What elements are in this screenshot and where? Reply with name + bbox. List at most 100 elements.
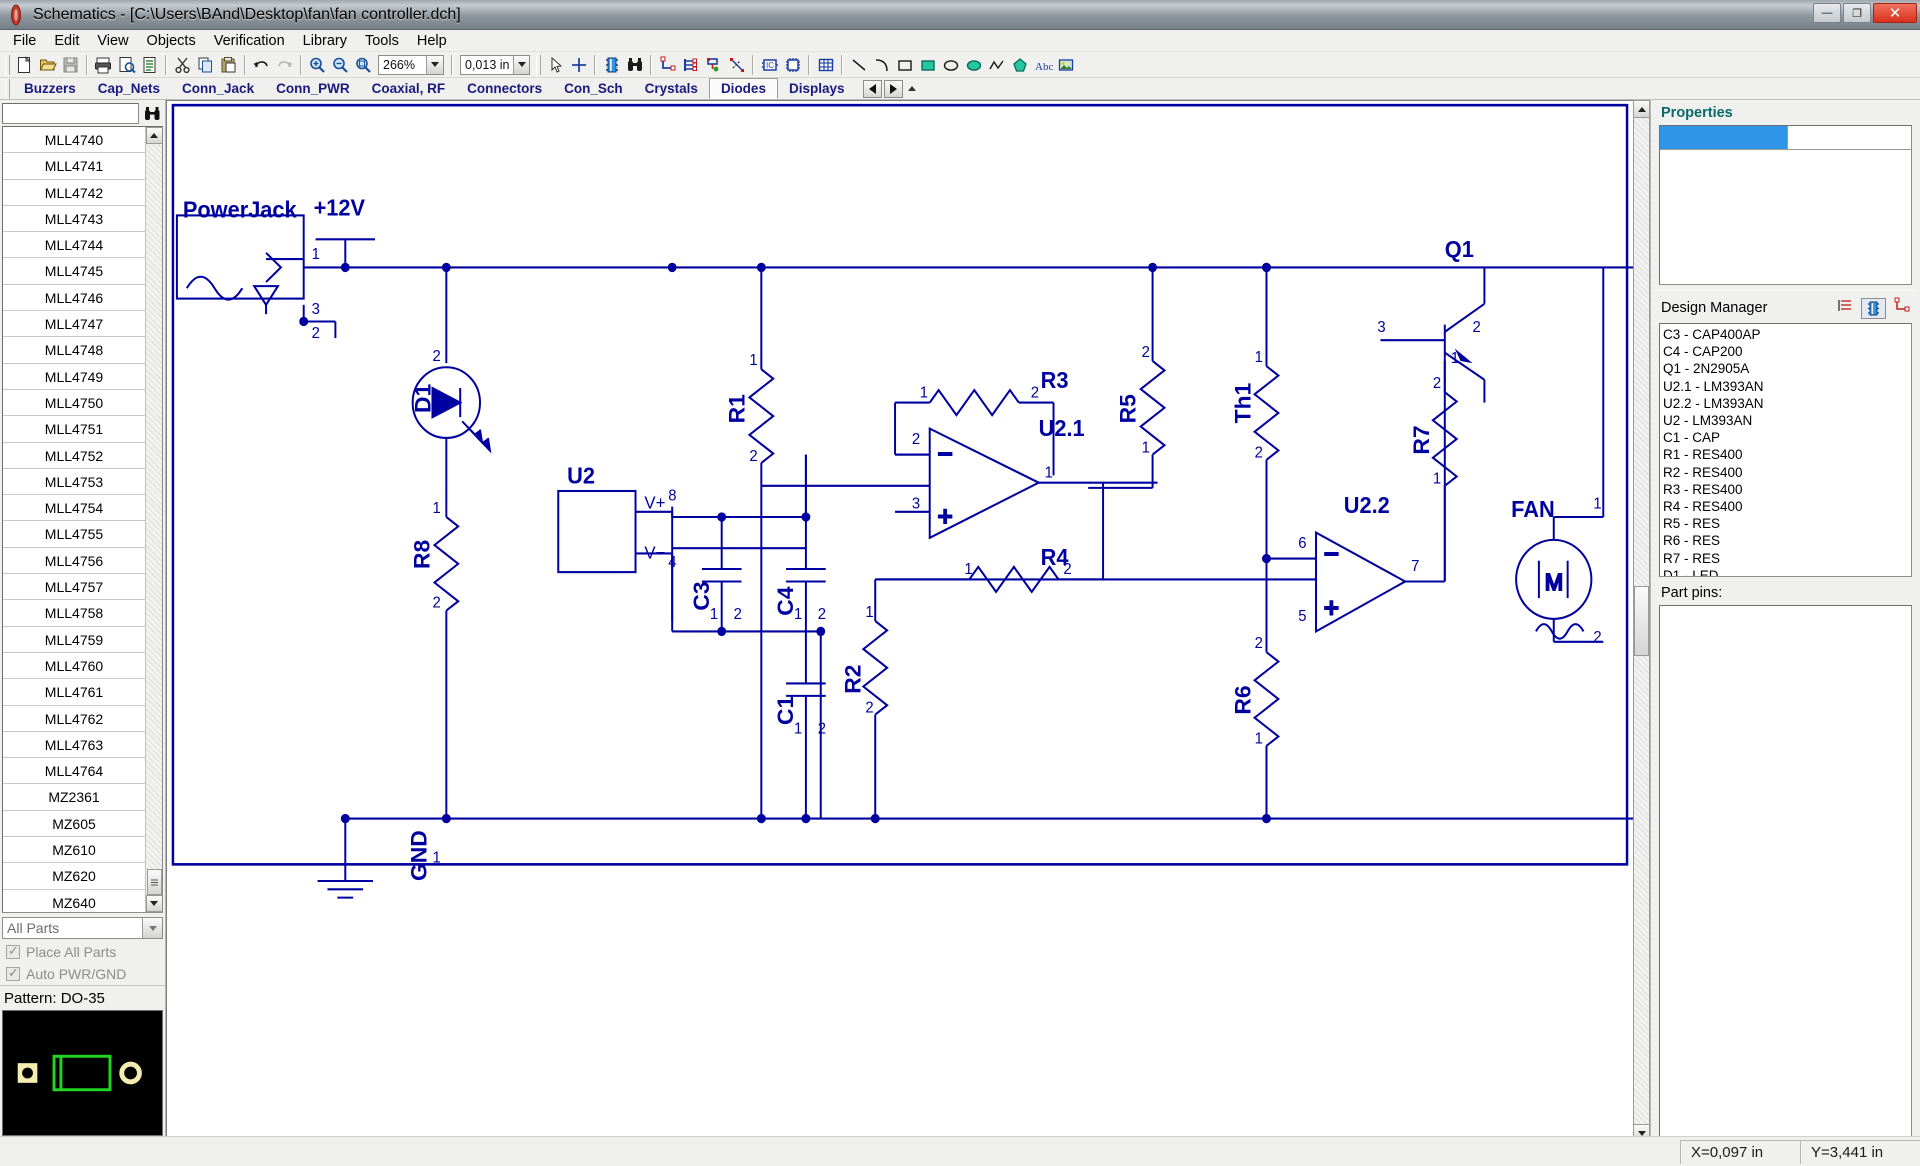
list-item[interactable]: D1 - LED — [1663, 567, 1911, 576]
properties-value-column[interactable] — [1788, 126, 1911, 150]
component-list-icon[interactable] — [1861, 297, 1886, 319]
pattern-preview[interactable] — [2, 1010, 163, 1136]
library-tab-coaxial-rf[interactable]: Coaxial, RF — [361, 79, 457, 98]
toolbar-grip[interactable] — [536, 54, 541, 75]
undo-icon[interactable] — [250, 54, 273, 76]
scroll-down-button[interactable] — [145, 895, 162, 912]
menu-item-file[interactable]: File — [4, 31, 45, 51]
list-item[interactable]: MLL4748 — [3, 337, 145, 364]
list-item[interactable]: MLL4754 — [3, 495, 145, 522]
list-item[interactable]: MLL4744 — [3, 232, 145, 259]
select-tool-icon[interactable] — [544, 54, 567, 76]
list-item[interactable]: MLL4749 — [3, 364, 145, 390]
library-tab-cap-nets[interactable]: Cap_Nets — [87, 79, 171, 98]
list-item[interactable]: R7 - RES — [1663, 550, 1911, 567]
chevron-down-icon[interactable] — [142, 918, 162, 938]
library-tab-buzzers[interactable]: Buzzers — [13, 79, 87, 98]
minimize-button[interactable]: — — [1813, 3, 1841, 23]
auto-pwr-gnd-checkbox[interactable] — [6, 965, 20, 981]
rect-tool-icon[interactable] — [893, 54, 916, 76]
list-item[interactable]: MLL4756 — [3, 548, 145, 575]
list-item[interactable]: R1 - RES400 — [1663, 446, 1911, 463]
filled-ellipse-tool-icon[interactable] — [962, 54, 985, 76]
library-tab-prev-button[interactable] — [863, 79, 883, 98]
list-item[interactable]: U2 - LM393AN — [1663, 412, 1911, 429]
library-tab-more-button[interactable] — [905, 80, 918, 98]
zoom-out-icon[interactable] — [329, 54, 352, 76]
list-item[interactable]: C3 - CAP400AP — [1663, 326, 1911, 343]
place-all-parts-checkbox[interactable] — [6, 943, 20, 959]
list-item[interactable]: MLL4760 — [3, 653, 145, 680]
list-item[interactable]: R4 - RES400 — [1663, 498, 1911, 515]
grid-size-combo[interactable]: 0,013 in — [460, 54, 530, 75]
net-list-icon[interactable] — [1837, 297, 1854, 319]
list-item[interactable]: MLL4755 — [3, 521, 145, 548]
cut-icon[interactable] — [171, 54, 194, 76]
list-item[interactable]: MLL4745 — [3, 258, 145, 285]
scroll-up-button[interactable] — [1634, 101, 1649, 118]
list-item[interactable]: MLL4742 — [3, 180, 145, 206]
menu-item-library[interactable]: Library — [294, 31, 356, 51]
library-tab-crystals[interactable]: Crystals — [634, 79, 709, 98]
menu-item-help[interactable]: Help — [408, 31, 456, 51]
arc-tool-icon[interactable] — [870, 54, 893, 76]
list-item[interactable]: U2.2 - LM393AN — [1663, 395, 1911, 412]
list-item[interactable]: R5 - RES — [1663, 515, 1911, 532]
zoom-window-icon[interactable] — [352, 54, 375, 76]
print-icon[interactable] — [92, 54, 115, 76]
place-net-icon[interactable] — [725, 54, 748, 76]
list-item[interactable]: MLL4751 — [3, 416, 145, 443]
list-item[interactable]: MLL4764 — [3, 758, 145, 785]
list-item[interactable]: MLL4763 — [3, 732, 145, 759]
scroll-thumb[interactable] — [1634, 586, 1649, 656]
binoculars-icon[interactable] — [142, 104, 162, 124]
library-tab-conn-pwr[interactable]: Conn_PWR — [265, 79, 361, 98]
list-item[interactable]: Q1 - 2N2905A — [1663, 360, 1911, 377]
list-item[interactable]: MLL4753 — [3, 469, 145, 496]
menu-item-verification[interactable]: Verification — [205, 31, 294, 51]
list-item[interactable]: MLL4747 — [3, 311, 145, 338]
part-search-input[interactable] — [2, 103, 139, 124]
component-browser-icon[interactable] — [600, 54, 623, 76]
canvas-vertical-scrollbar[interactable] — [1633, 100, 1650, 1142]
connection-icon[interactable] — [1893, 297, 1910, 319]
place-table-icon[interactable] — [814, 54, 837, 76]
list-item[interactable]: MLL4740 — [3, 127, 145, 154]
properties-name-column[interactable] — [1660, 126, 1788, 150]
close-button[interactable]: ✕ — [1873, 3, 1917, 23]
scroll-up-button[interactable] — [145, 127, 162, 144]
image-tool-icon[interactable] — [1054, 54, 1077, 76]
library-tab-con-sch[interactable]: Con_Sch — [553, 79, 634, 98]
list-item[interactable]: C4 - CAP200 — [1663, 343, 1911, 360]
list-item[interactable]: MZ640 — [3, 890, 145, 912]
zoom-in-icon[interactable] — [306, 54, 329, 76]
paste-icon[interactable] — [217, 54, 240, 76]
place-wire-icon[interactable] — [656, 54, 679, 76]
scroll-track[interactable] — [145, 144, 162, 869]
maximize-button[interactable]: ❐ — [1843, 3, 1871, 23]
new-file-icon[interactable] — [13, 54, 36, 76]
list-item[interactable]: MLL4758 — [3, 600, 145, 627]
chevron-down-icon[interactable] — [426, 55, 443, 74]
list-item[interactable]: MZ610 — [3, 837, 145, 864]
parts-list[interactable]: MLL4740 MLL4741 MLL4742 MLL4743 MLL4744 MLL47… — [3, 127, 145, 912]
scroll-thumb[interactable] — [146, 869, 162, 895]
all-parts-combo[interactable]: All Parts — [2, 917, 163, 939]
toolbar-grip[interactable] — [5, 54, 10, 75]
report-icon[interactable] — [138, 54, 161, 76]
menu-item-objects[interactable]: Objects — [138, 31, 205, 51]
polyline-tool-icon[interactable] — [985, 54, 1008, 76]
list-item[interactable]: U2.1 - LM393AN — [1663, 378, 1911, 395]
menu-item-edit[interactable]: Edit — [45, 31, 88, 51]
menu-item-view[interactable]: View — [88, 31, 137, 51]
library-tab-diodes[interactable]: Diodes — [708, 78, 778, 99]
place-crosshair-icon[interactable] — [567, 54, 590, 76]
text-tool-icon[interactable]: Abc — [1031, 54, 1054, 76]
list-item[interactable]: C1 - CAP — [1663, 429, 1911, 446]
list-item[interactable]: MZ620 — [3, 863, 145, 890]
scroll-track[interactable] — [1634, 118, 1649, 586]
polygon-tool-icon[interactable] — [1008, 54, 1031, 76]
list-item[interactable]: MLL4761 — [3, 679, 145, 706]
place-chip-icon[interactable] — [781, 54, 804, 76]
redo-icon[interactable] — [273, 54, 296, 76]
